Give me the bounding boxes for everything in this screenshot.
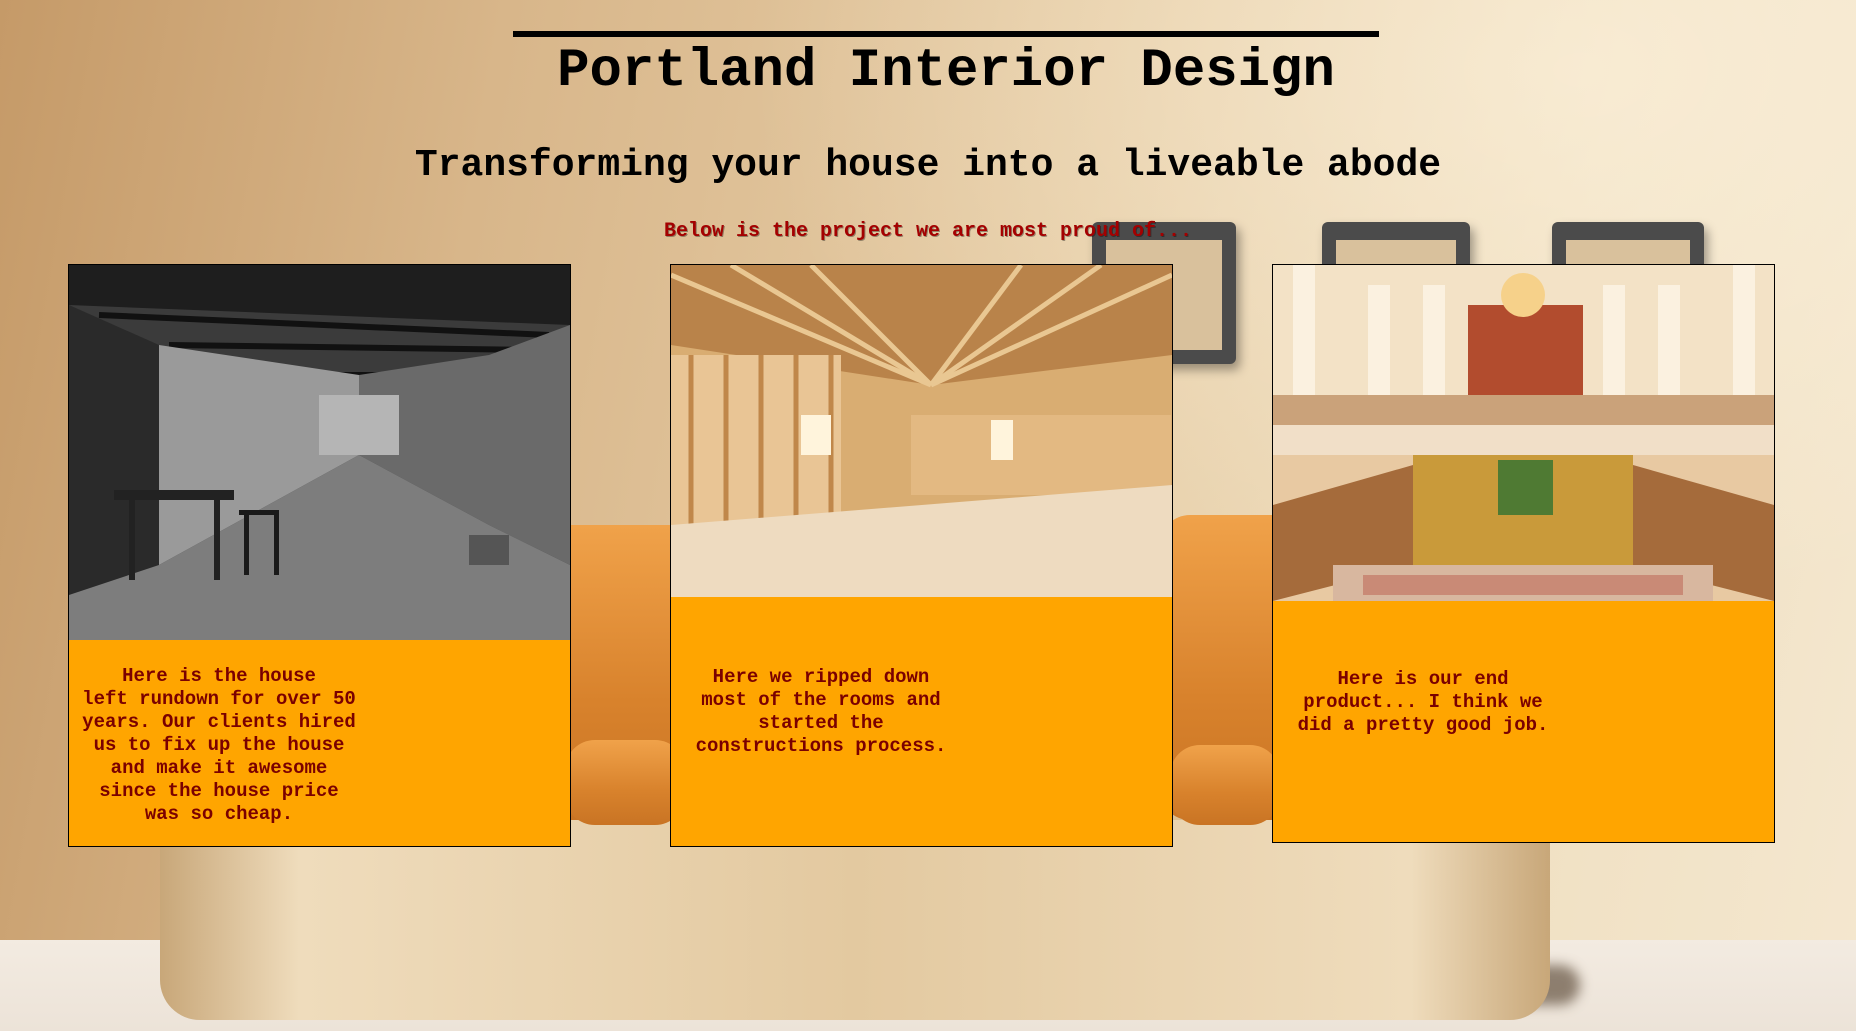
finished-interior-illustration — [1273, 265, 1774, 601]
construction-illustration — [671, 265, 1172, 597]
card-caption: Here is our end product... I think we di… — [1297, 668, 1549, 736]
page-subtitle: Transforming your house into a liveable … — [414, 144, 1442, 187]
card-caption: Here is the house left rundown for over … — [82, 665, 356, 825]
construction-photo — [671, 265, 1172, 597]
project-card-before: Here is the house left rundown for over … — [68, 264, 571, 847]
couch-cushion — [565, 740, 685, 825]
intro-text: Below is the project we are most proud o… — [663, 220, 1193, 243]
project-card-construction: Here we ripped down most of the rooms an… — [670, 264, 1173, 847]
finished-interior-photo — [1273, 265, 1774, 601]
rundown-house-illustration — [69, 265, 570, 640]
couch-cushion — [1170, 745, 1280, 825]
project-card-finished: Here is our end product... I think we di… — [1272, 264, 1775, 843]
card-caption: Here we ripped down most of the rooms an… — [695, 666, 947, 757]
rundown-house-photo — [69, 265, 570, 640]
page-title: Portland Interior Design — [513, 31, 1379, 107]
